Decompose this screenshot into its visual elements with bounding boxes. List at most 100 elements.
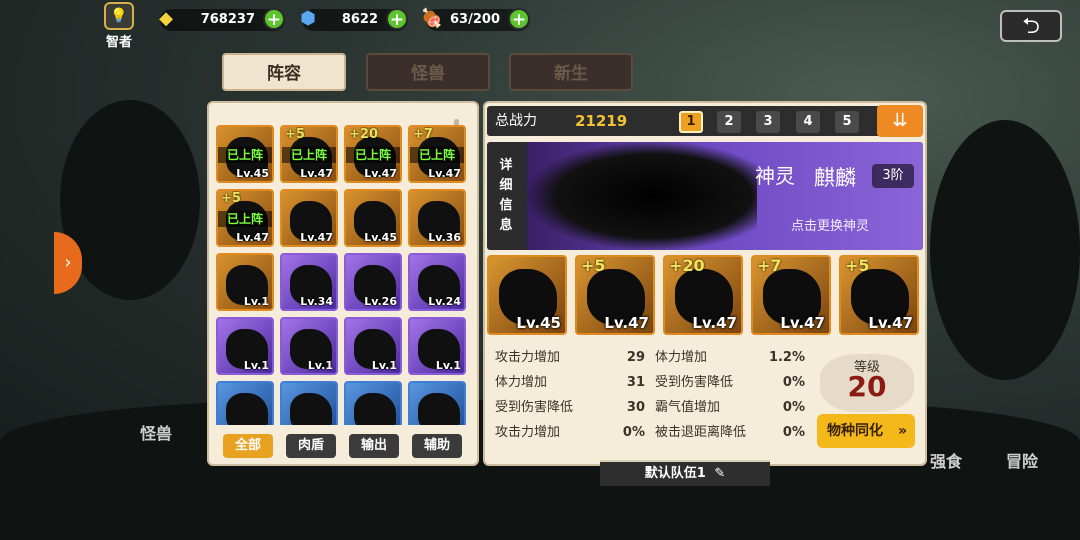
stat-label: 体力增加: [495, 375, 548, 390]
card-level: Lv.45: [236, 167, 269, 180]
filter-tank-button[interactable]: 肉盾: [286, 434, 336, 458]
team-panel: 总战力 21219 1 2 3 4 5 ⇊ 详细信息 神灵 麒麟 3阶 点击更换…: [483, 101, 927, 466]
team-slot-2[interactable]: 2: [717, 111, 741, 133]
card-level: Lv.36: [428, 231, 461, 244]
tab-monsters[interactable]: 怪兽: [366, 53, 490, 91]
monster-silhouette: [290, 393, 332, 425]
roster-card[interactable]: [408, 381, 466, 425]
spirit-card[interactable]: 详细信息 神灵 麒麟 3阶 点击更换神灵: [487, 142, 923, 250]
add-gem-button[interactable]: +: [386, 8, 408, 30]
change-spirit-hint[interactable]: 点击更换神灵: [791, 215, 869, 234]
filter-support-button[interactable]: 辅助: [412, 434, 462, 458]
roster-card[interactable]: Lv.1: [408, 317, 466, 375]
roster-card[interactable]: Lv.34: [280, 253, 338, 311]
gold-counter: ◆ 768237 +: [159, 8, 285, 31]
team-member-card[interactable]: +5 Lv.47: [575, 255, 655, 335]
tab-rebirth[interactable]: 新生: [509, 53, 633, 91]
team-slot-5[interactable]: 5: [835, 111, 859, 133]
active-team: Lv.45 +5 Lv.47 +20 Lv.47 +7 Lv.47 +5 Lv.47: [487, 255, 925, 337]
on-team-label: 已上阵: [218, 147, 272, 163]
card-plus-level: +7: [757, 256, 782, 275]
roster-card[interactable]: Lv.1: [344, 317, 402, 375]
lightbulb-icon: 💡: [104, 2, 134, 30]
roster-card[interactable]: Lv.24: [408, 253, 466, 311]
roster-card[interactable]: +5 已上阵 Lv.47: [280, 125, 338, 183]
monster-silhouette: [226, 393, 268, 425]
team-slot-1[interactable]: 1: [679, 111, 703, 133]
add-stamina-button[interactable]: +: [508, 8, 530, 30]
card-level: Lv.47: [236, 231, 269, 244]
roster-card[interactable]: [344, 381, 402, 425]
stamina-counter: 🍖 63/200 +: [421, 8, 530, 31]
filter-damage-button[interactable]: 输出: [349, 434, 399, 458]
card-level: Lv.47: [428, 167, 461, 180]
bottom-nav-item[interactable]: 冒险: [1006, 448, 1038, 472]
add-gold-button[interactable]: +: [263, 8, 285, 30]
details-label[interactable]: 详细信息: [487, 142, 525, 250]
monster-silhouette: [418, 393, 460, 425]
roster-card[interactable]: 已上阵 Lv.45: [216, 125, 274, 183]
rank-badge[interactable]: 💡 智者: [100, 2, 138, 50]
stat-row: 攻击力增加 29: [495, 346, 645, 370]
card-level: Lv.1: [435, 359, 461, 372]
stat-label: 被击退距离降低: [655, 425, 747, 440]
swap-team-button[interactable]: ⇊: [877, 105, 923, 137]
roster-card[interactable]: +20 已上阵 Lv.47: [344, 125, 402, 183]
roster-card[interactable]: Lv.45: [344, 189, 402, 247]
stat-value: 31: [626, 375, 645, 390]
roster-card[interactable]: [280, 381, 338, 425]
roster-card[interactable]: Lv.1: [216, 253, 274, 311]
card-plus-level: +20: [349, 127, 378, 142]
card-level: Lv.47: [300, 231, 333, 244]
filter-all-button[interactable]: 全部: [223, 434, 273, 458]
roster-card[interactable]: [216, 381, 274, 425]
spirit-tier: 3阶: [872, 164, 914, 188]
on-team-label: 已上阵: [346, 147, 400, 163]
gold-icon: ◆: [159, 8, 173, 29]
stat-value: 1.2%: [768, 350, 805, 365]
power-label: 总战力: [495, 113, 537, 129]
team-member-card[interactable]: +7 Lv.47: [751, 255, 831, 335]
level-value: 20: [847, 370, 887, 403]
stat-value: 0%: [782, 425, 805, 440]
team-slot-4[interactable]: 4: [796, 111, 820, 133]
card-plus-level: +5: [285, 127, 305, 142]
roster-card[interactable]: Lv.1: [280, 317, 338, 375]
card-plus-level: +20: [669, 256, 705, 275]
stat-label: 体力增加: [655, 350, 708, 365]
stat-value: 0%: [622, 425, 645, 440]
roster-card[interactable]: Lv.26: [344, 253, 402, 311]
card-level: Lv.45: [516, 314, 561, 332]
card-level: Lv.1: [243, 359, 269, 372]
gem-counter: ⬢ 8622 +: [300, 8, 408, 31]
bottom-nav-item[interactable]: 怪兽: [140, 420, 172, 444]
team-name-tab[interactable]: 默认队伍1 ✎: [600, 460, 770, 486]
species-sync-button[interactable]: 物种同化 »: [817, 414, 915, 448]
spirit-class: 神灵: [755, 164, 795, 188]
roster-card[interactable]: +7 已上阵 Lv.47: [408, 125, 466, 183]
team-member-card[interactable]: Lv.45: [487, 255, 567, 335]
stat-label: 受到伤害降低: [655, 375, 734, 390]
card-plus-level: +5: [221, 191, 241, 206]
roster-card[interactable]: Lv.36: [408, 189, 466, 247]
details-text: 详细信息: [499, 158, 513, 233]
stat-label: 霸气值增加: [655, 400, 721, 415]
bottom-nav-item[interactable]: 强食: [930, 448, 962, 472]
roster-card[interactable]: Lv.1: [216, 317, 274, 375]
tab-lineup[interactable]: 阵容: [222, 53, 346, 91]
stat-value: 0%: [782, 375, 805, 390]
stat-row: 攻击力增加 0%: [495, 421, 645, 445]
team-slot-3[interactable]: 3: [756, 111, 780, 133]
stat-label: 攻击力增加: [495, 350, 561, 365]
stat-row: 受到伤害降低 30: [495, 396, 645, 420]
roster-card[interactable]: Lv.47: [280, 189, 338, 247]
team-member-card[interactable]: +5 Lv.47: [839, 255, 919, 335]
roster-card[interactable]: +5 已上阵 Lv.47: [216, 189, 274, 247]
team-name: 默认队伍1: [644, 466, 706, 481]
power-value: 21219: [575, 112, 628, 130]
team-member-card[interactable]: +20 Lv.47: [663, 255, 743, 335]
back-button[interactable]: ⮌: [1000, 10, 1062, 42]
card-level: Lv.47: [300, 167, 333, 180]
gem-icon: ⬢: [300, 8, 316, 29]
card-level: Lv.26: [364, 295, 397, 308]
